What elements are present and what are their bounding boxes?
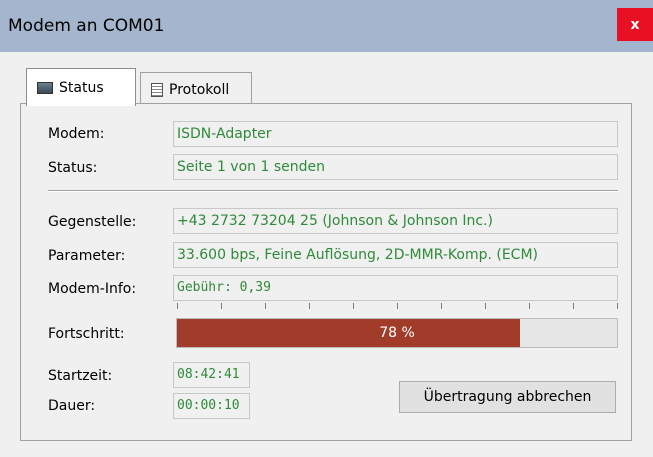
startzeit-label: Startzeit: — [48, 368, 113, 384]
separator — [48, 190, 618, 192]
dauer-value: 00:00:10 — [173, 393, 250, 419]
modem-value: ISDN-Adapter — [173, 121, 618, 147]
document-icon — [151, 82, 163, 97]
progress-label: Fortschritt: — [48, 326, 125, 342]
tab-status[interactable]: Status — [26, 68, 136, 106]
modem-label: Modem: — [48, 126, 105, 142]
dauer-label: Dauer: — [48, 398, 96, 414]
status-label: Status: — [48, 160, 98, 176]
gegenstelle-label: Gegenstelle: — [48, 214, 137, 230]
tab-protokoll[interactable]: Protokoll — [140, 72, 252, 106]
modem-info-label: Modem-Info: — [48, 281, 137, 297]
parameter-value: 33.600 bps, Feine Auflösung, 2D-MMR-Komp… — [173, 242, 618, 268]
tab-protokoll-label: Protokoll — [169, 81, 230, 98]
modem-info-value: Gebühr: 0,39 — [173, 275, 618, 301]
status-value: Seite 1 von 1 senden — [173, 154, 618, 180]
progress-bar: 78 % — [176, 318, 618, 348]
startzeit-value: 08:42:41 — [173, 362, 250, 388]
close-button[interactable]: x — [617, 8, 653, 41]
progress-text: 78 % — [379, 325, 415, 341]
monitor-icon — [37, 81, 53, 94]
gegenstelle-value: +43 2732 73204 25 (Johnson & Johnson Inc… — [173, 208, 618, 234]
tab-status-label: Status — [59, 79, 104, 96]
progress-ticks — [177, 303, 619, 311]
window-title: Modem an COM01 — [8, 16, 165, 36]
title-bar: Modem an COM01 x — [0, 0, 653, 52]
parameter-label: Parameter: — [48, 248, 126, 264]
abort-transfer-button[interactable]: Übertragung abbrechen — [399, 381, 616, 413]
